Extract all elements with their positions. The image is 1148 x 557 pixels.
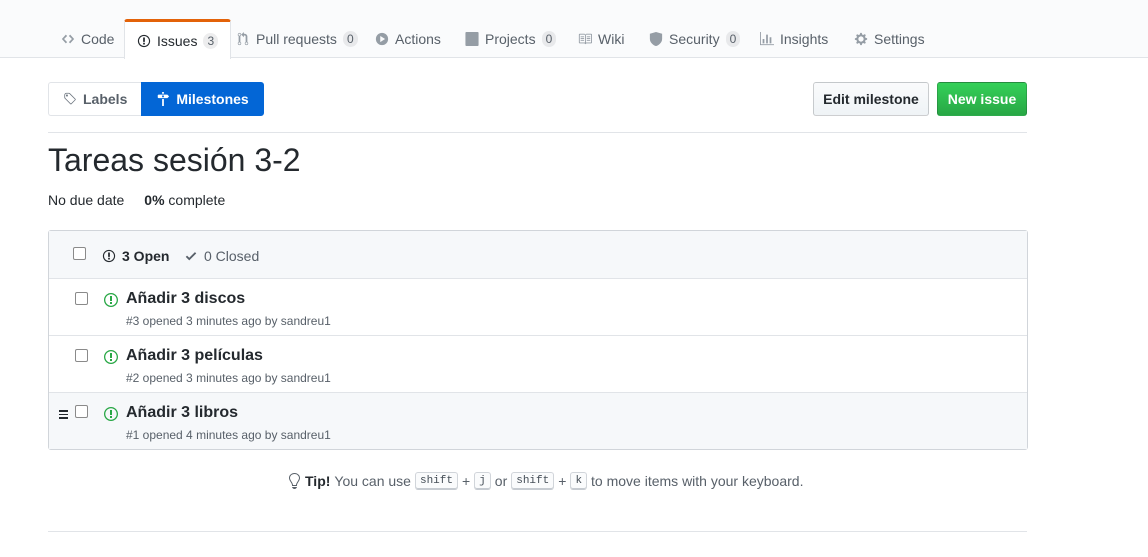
select-all-checkbox[interactable] [73, 247, 86, 260]
tip-text-end: to move items with your keyboard. [591, 473, 804, 489]
labels-milestones-subnav: Labels Milestones [48, 82, 264, 116]
issue-meta: #3 opened 3 minutes ago by sandreu1 [126, 314, 331, 328]
milestone-due-date: No due date [48, 192, 125, 208]
tab-pull-requests[interactable]: Pull requests 0 [224, 19, 370, 58]
project-icon [465, 31, 479, 46]
edit-milestone-button[interactable]: Edit milestone [813, 82, 929, 116]
issue-opened-icon [104, 350, 118, 364]
graph-icon [760, 31, 774, 45]
kbd-shift: shift [511, 472, 555, 490]
tab-insights[interactable]: Insights [748, 19, 840, 58]
tab-pull-requests-label: Pull requests [256, 30, 337, 47]
tab-settings-label: Settings [874, 30, 925, 47]
tab-projects-label: Projects [485, 30, 536, 47]
milestone-title: Tareas sesión 3-2 [48, 142, 301, 178]
gear-icon [854, 32, 868, 45]
tag-icon [64, 92, 76, 105]
milestone-meta: No due date 0% complete [48, 192, 225, 208]
issues-list-header: 3 Open 0 Closed [49, 231, 1027, 279]
open-issues-count: 3 Open [122, 248, 170, 264]
tip-or: or [494, 473, 508, 489]
divider-bottom [48, 531, 1027, 532]
shield-icon [649, 31, 663, 46]
git-pull-request-icon [237, 31, 249, 45]
milestone-complete-label: complete [168, 192, 226, 208]
tab-insights-label: Insights [780, 30, 829, 47]
issue-title-link[interactable]: Añadir 3 libros [126, 404, 238, 422]
closed-issues-count: 0 Closed [204, 248, 260, 264]
labels-link-label: Labels [83, 91, 128, 107]
issue-opened-icon [104, 407, 118, 421]
tip-lead: Tip! [305, 473, 331, 489]
kbd-k: k [570, 472, 588, 490]
issue-checkbox[interactable] [75, 292, 88, 305]
tab-actions-label: Actions [395, 30, 441, 47]
tip-text-start: You can use [334, 473, 411, 489]
issue-meta: #1 opened 4 minutes ago by sandreu1 [126, 428, 331, 442]
tab-issues[interactable]: Issues 3 [124, 19, 232, 59]
open-issues-link[interactable]: 3 Open [102, 248, 169, 264]
tab-wiki-label: Wiki [598, 30, 625, 47]
book-icon [578, 33, 592, 44]
milestone-icon [158, 92, 170, 106]
issue-title-link[interactable]: Añadir 3 discos [126, 290, 245, 308]
issue-checkbox[interactable] [75, 349, 88, 362]
repo-nav: Code Issues 3 Pull requests 0 Actions Pr… [0, 0, 1148, 59]
tab-wiki[interactable]: Wiki [566, 19, 636, 58]
tab-settings[interactable]: Settings [842, 19, 937, 58]
light-bulb-icon [289, 473, 300, 489]
new-issue-button[interactable]: New issue [937, 82, 1027, 116]
issue-checkbox[interactable] [75, 405, 88, 418]
issue-meta: #2 opened 3 minutes ago by sandreu1 [126, 371, 331, 385]
milestone-percent: 0% [144, 192, 165, 208]
check-icon [185, 252, 197, 261]
tab-security-label: Security [669, 30, 720, 47]
issue-opened-icon [104, 293, 118, 307]
issue-row[interactable]: Añadir 3 libros #1 opened 4 minutes ago … [49, 393, 1027, 449]
kbd-j: j [474, 472, 491, 490]
milestones-link-label: Milestones [176, 91, 249, 107]
code-icon [61, 34, 75, 43]
tab-code-label: Code [81, 30, 115, 47]
security-counter: 0 [725, 30, 741, 47]
divider-top [48, 132, 1027, 133]
tab-actions[interactable]: Actions [363, 19, 453, 58]
milestones-link[interactable]: Milestones [141, 82, 264, 116]
pull-requests-counter: 0 [342, 30, 358, 47]
issue-opened-icon [137, 34, 151, 47]
kbd-shift: shift [414, 472, 458, 490]
play-icon [375, 32, 389, 45]
closed-issues-link[interactable]: 0 Closed [184, 248, 259, 264]
tab-code[interactable]: Code [49, 19, 126, 58]
tab-security[interactable]: Security 0 [637, 19, 752, 58]
plus-sign: + [461, 473, 471, 489]
issue-row[interactable]: Añadir 3 discos #3 opened 3 minutes ago … [49, 279, 1027, 336]
issues-list: 3 Open 0 Closed Añadir 3 discos #3 opene… [48, 230, 1028, 450]
plus-sign: + [558, 473, 567, 489]
keyboard-tip: Tip! You can use shift + j or shift + k to m… [287, 472, 803, 490]
milestone-progress: 0% complete [144, 192, 225, 208]
issue-opened-icon [102, 249, 116, 263]
tab-issues-label: Issues [157, 32, 198, 49]
tab-projects[interactable]: Projects 0 [453, 19, 568, 58]
drag-handle-icon[interactable] [59, 410, 68, 419]
issue-title-link[interactable]: Añadir 3 películas [126, 347, 263, 365]
labels-link[interactable]: Labels [48, 82, 142, 116]
issues-counter: 3 [203, 32, 219, 49]
issue-row[interactable]: Añadir 3 películas #2 opened 3 minutes a… [49, 336, 1027, 393]
projects-counter: 0 [541, 30, 557, 47]
